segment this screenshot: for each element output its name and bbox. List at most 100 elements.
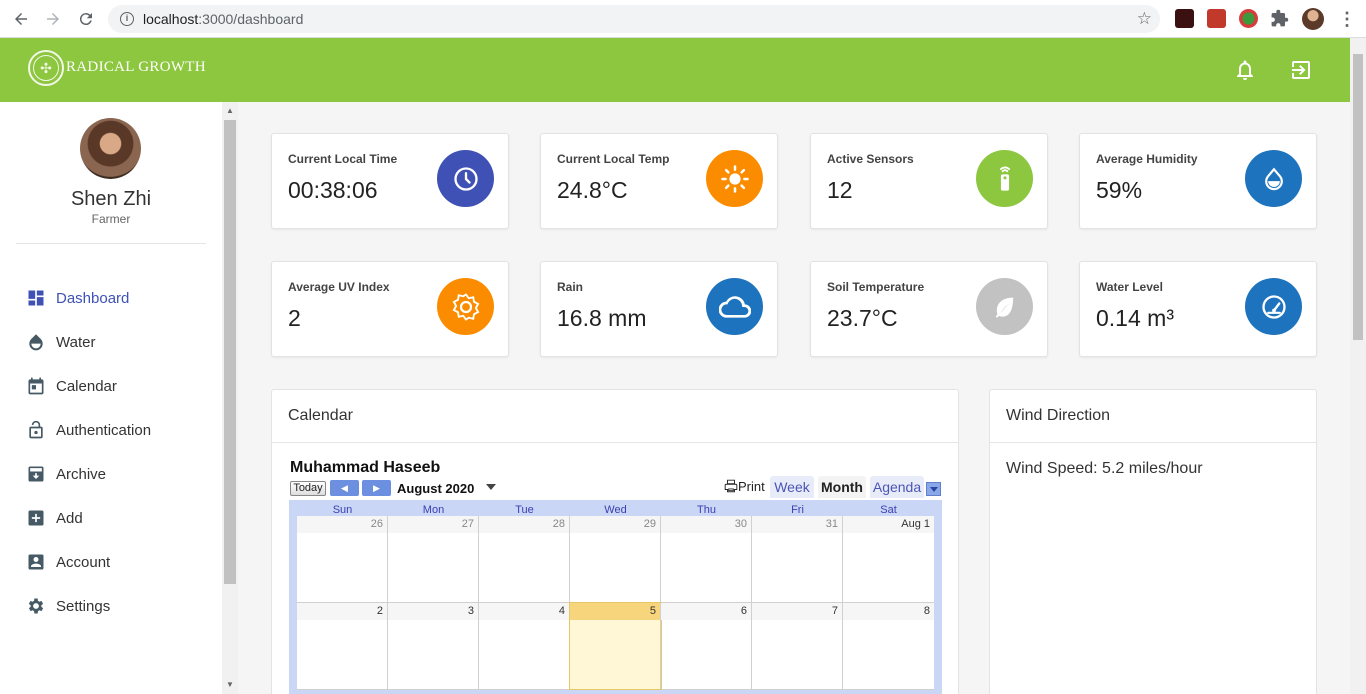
sidebar-divider [16, 243, 206, 244]
print-button[interactable]: Print [724, 479, 765, 494]
gauge-icon [1245, 278, 1302, 335]
tree-logo-icon[interactable]: ✣ [28, 50, 64, 86]
sidebar-item-label: Water [56, 333, 96, 351]
next-month-button[interactable]: ▶ [362, 480, 391, 496]
calendar-day-cell[interactable]: Aug 1 [843, 516, 934, 602]
sidebar-item-add[interactable]: Add [0, 496, 222, 540]
stat-card-local-time: Current Local Time 00:38:06 [271, 133, 509, 229]
sidebar-item-label: Add [56, 509, 83, 527]
wind-panel-title: Wind Direction [1006, 407, 1111, 424]
profile-avatar[interactable] [1302, 8, 1324, 30]
day-number: 5 [570, 603, 660, 620]
cloud-icon [706, 278, 763, 335]
bookmark-star-icon[interactable]: ☆ [1137, 9, 1152, 29]
sidebar-item-label: Calendar [56, 377, 117, 395]
sidebar-item-archive[interactable]: Archive [0, 452, 222, 496]
sun-icon [706, 150, 763, 207]
stat-label: Average Humidity [1096, 152, 1198, 166]
stat-card-water-level: Water Level 0.14 m³ [1079, 261, 1317, 357]
calendar-week-row: 26 27 28 29 30 31 Aug 1 [297, 516, 934, 603]
dow-label: Sat [880, 504, 897, 516]
globe-extension-icon[interactable] [1239, 9, 1258, 28]
calendar-day-cell[interactable]: 28 [479, 516, 570, 602]
user-avatar[interactable] [80, 118, 141, 179]
drop-icon [1245, 150, 1302, 207]
tab-month[interactable]: Month [818, 476, 866, 498]
extension-icon[interactable] [1207, 9, 1226, 28]
app-header: ✣ RADICAL GROWTH [0, 38, 1350, 102]
lock-icon [26, 420, 46, 440]
stat-value: 23.7°C [827, 305, 898, 331]
info-icon[interactable]: i [120, 12, 134, 26]
day-number: 7 [752, 603, 842, 620]
day-of-week-header: Sun Mon Tue Wed Thu Fri Sat [297, 504, 934, 516]
panel-divider [990, 442, 1316, 443]
day-number: 4 [479, 603, 569, 620]
calendar-day-cell[interactable]: 7 [752, 603, 843, 689]
puzzle-extensions-icon[interactable] [1270, 9, 1289, 28]
dow-label: Tue [515, 504, 534, 516]
calendar-day-cell[interactable]: 4 [479, 603, 570, 689]
calendar-day-cell[interactable]: 6 [661, 603, 752, 689]
chevron-down-icon[interactable] [486, 484, 496, 490]
stat-card-soil-temperature: Soil Temperature 23.7°C [810, 261, 1048, 357]
page-scrollbar[interactable] [1350, 38, 1366, 694]
tab-week[interactable]: Week [770, 476, 814, 498]
day-number: 28 [479, 516, 569, 533]
stat-label: Active Sensors [827, 152, 914, 166]
today-button[interactable]: Today [290, 481, 326, 496]
calendar-day-cell[interactable]: 30 [661, 516, 752, 602]
calendar-day-cell[interactable]: 2 [297, 603, 388, 689]
calendar-day-cell-today[interactable]: 5 [569, 602, 662, 690]
day-number: 26 [297, 516, 387, 533]
sidebar-item-calendar[interactable]: Calendar [0, 364, 222, 408]
calendar-week-row: 2 3 4 5 6 7 8 [297, 602, 934, 690]
forward-arrow-icon[interactable] [43, 9, 63, 29]
printer-icon [724, 479, 738, 493]
tab-agenda[interactable]: Agenda [870, 476, 924, 498]
back-arrow-icon[interactable] [11, 9, 31, 29]
prev-month-button[interactable]: ◀ [330, 480, 359, 496]
logout-icon[interactable] [1289, 58, 1313, 82]
sidebar-item-label: Account [56, 553, 111, 571]
stat-card-rain: Rain 16.8 mm [540, 261, 778, 357]
address-bar[interactable]: i localhost:3000/dashboard ☆ [108, 5, 1160, 33]
view-dropdown-icon[interactable] [926, 482, 941, 496]
browser-menu-icon[interactable]: ⋮ [1338, 9, 1356, 30]
stat-value: 0.14 m³ [1096, 305, 1174, 331]
calendar-day-cell[interactable]: 8 [843, 603, 934, 689]
stat-label: Average UV Index [288, 280, 390, 294]
sidebar-item-settings[interactable]: Settings [0, 584, 222, 628]
day-number: 27 [388, 516, 478, 533]
dashboard-main: Current Local Time 00:38:06 Current Loca… [238, 102, 1350, 694]
page-scrollbar-thumb[interactable] [1353, 54, 1363, 340]
calendar-day-cell[interactable]: 29 [570, 516, 661, 602]
day-number: 29 [570, 516, 660, 533]
bell-icon[interactable] [1233, 58, 1257, 82]
sidebar-item-authentication[interactable]: Authentication [0, 408, 222, 452]
stat-card-average-humidity: Average Humidity 59% [1079, 133, 1317, 229]
day-number: 3 [388, 603, 478, 620]
sidebar-item-account[interactable]: Account [0, 540, 222, 584]
calendar-month-label[interactable]: August 2020 [397, 481, 474, 496]
panel-divider [272, 442, 958, 443]
clock-icon [437, 150, 494, 207]
month-grid: Sun Mon Tue Wed Thu Fri Sat 26 27 28 29 … [289, 500, 942, 694]
calendar-day-cell[interactable]: 31 [752, 516, 843, 602]
pdf-extension-icon[interactable] [1175, 9, 1194, 28]
calendar-day-cell[interactable]: 3 [388, 603, 479, 689]
stat-card-uv-index: Average UV Index 2 [271, 261, 509, 357]
calendar-day-cell[interactable]: 26 [297, 516, 388, 602]
sidebar-scrollbar-thumb[interactable] [224, 120, 236, 584]
sidebar-item-dashboard[interactable]: Dashboard [0, 276, 222, 320]
day-number: 2 [297, 603, 387, 620]
calendar-day-cell[interactable]: 27 [388, 516, 479, 602]
brand-title[interactable]: RADICAL GROWTH [66, 59, 206, 76]
sidebar-item-label: Settings [56, 597, 111, 615]
sidebar-menu: Dashboard Water Calendar Authentication … [0, 276, 222, 628]
day-number: Aug 1 [843, 516, 934, 533]
sidebar-item-water[interactable]: Water [0, 320, 222, 364]
user-name: Shen Zhi [70, 188, 152, 210]
reload-icon[interactable] [76, 9, 96, 29]
sidebar-scrollbar[interactable]: ▲ ▼ [222, 102, 238, 694]
